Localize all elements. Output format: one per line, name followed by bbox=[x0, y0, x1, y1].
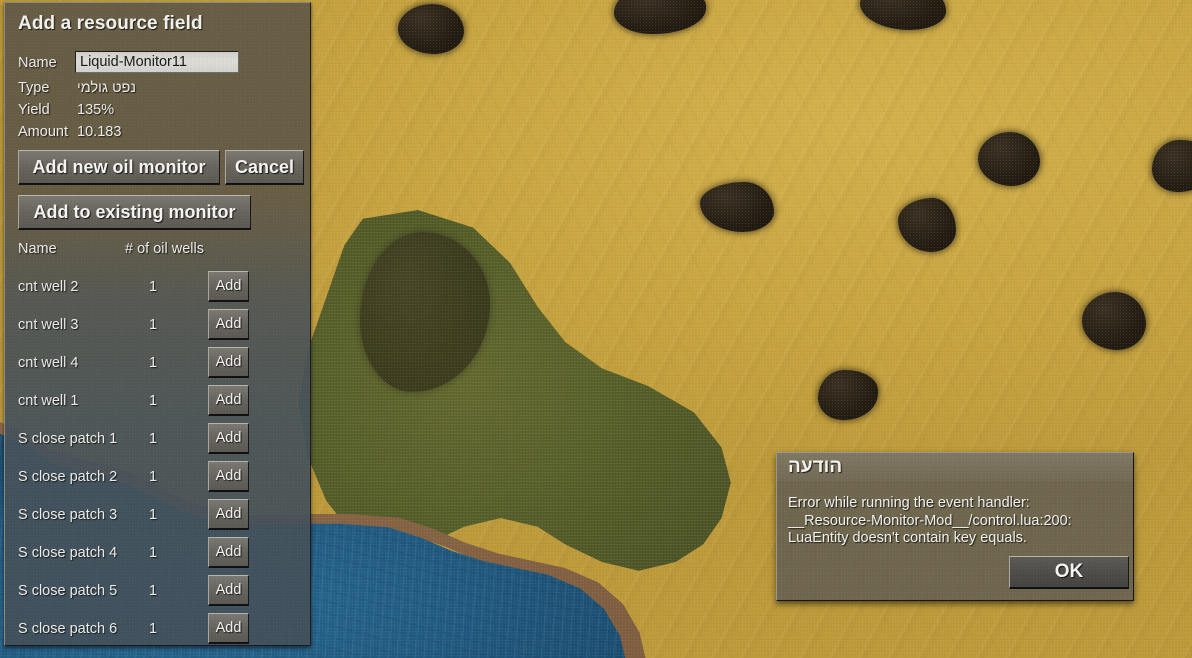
column-header-name: Name bbox=[18, 241, 57, 257]
row-name: S close patch 5 bbox=[18, 583, 118, 599]
row-add-button[interactable]: Add bbox=[208, 575, 249, 606]
table-row: S close patch 4 1 Add bbox=[5, 537, 310, 581]
field-label-name: Name bbox=[18, 55, 57, 71]
table-header-row: Name # of oil wells bbox=[5, 239, 310, 277]
dialog-title: הודעה bbox=[788, 456, 843, 477]
row-name: cnt well 2 bbox=[18, 279, 79, 295]
column-header-well-count: # of oil wells bbox=[125, 241, 204, 257]
row-well-count: 1 bbox=[149, 507, 158, 523]
row-name: S close patch 4 bbox=[18, 545, 118, 561]
add-new-oil-monitor-button[interactable]: Add new oil monitor bbox=[18, 150, 220, 185]
row-name: S close patch 6 bbox=[18, 621, 118, 637]
row-add-button[interactable]: Add bbox=[208, 309, 249, 340]
row-name: cnt well 1 bbox=[18, 393, 79, 409]
page-title: Add a resource field bbox=[18, 13, 203, 34]
add-to-existing-monitor-button[interactable]: Add to existing monitor bbox=[18, 195, 251, 230]
cancel-button[interactable]: Cancel bbox=[225, 150, 304, 185]
row-add-button[interactable]: Add bbox=[208, 461, 249, 492]
row-name: cnt well 3 bbox=[18, 317, 79, 333]
game-screen: Add a resource field Name Liquid-Monitor… bbox=[0, 0, 1192, 658]
add-resource-field-panel: Add a resource field Name Liquid-Monitor… bbox=[4, 2, 311, 646]
field-value-type: נפט גולמי bbox=[77, 80, 137, 96]
field-label-amount: Amount bbox=[18, 124, 68, 140]
row-add-button[interactable]: Add bbox=[208, 347, 249, 378]
table-row: S close patch 6 1 Add bbox=[5, 613, 310, 657]
row-well-count: 1 bbox=[149, 583, 158, 599]
table-row: S close patch 5 1 Add bbox=[5, 575, 310, 619]
table-row: cnt well 1 1 Add bbox=[5, 385, 310, 429]
row-name: S close patch 2 bbox=[18, 469, 118, 485]
table-row: S close patch 1 1 Add bbox=[5, 423, 310, 467]
row-well-count: 1 bbox=[149, 393, 158, 409]
field-label-yield: Yield bbox=[18, 102, 50, 118]
field-value-amount: 10.183 bbox=[77, 124, 122, 140]
row-add-button[interactable]: Add bbox=[208, 613, 249, 644]
table-row: S close patch 3 1 Add bbox=[5, 499, 310, 543]
field-row-amount: Amount 10.183 bbox=[18, 124, 121, 140]
field-row-name: Name bbox=[18, 55, 73, 71]
row-well-count: 1 bbox=[149, 431, 158, 447]
row-well-count: 1 bbox=[149, 279, 158, 295]
table-body: cnt well 2 1 Add cnt well 3 1 Add cnt well 4 1 A… bbox=[5, 271, 310, 657]
row-name: cnt well 4 bbox=[18, 355, 79, 371]
field-row-type: Type נפט גולמי bbox=[18, 80, 136, 96]
row-well-count: 1 bbox=[149, 469, 158, 485]
table-row: cnt well 3 1 Add bbox=[5, 309, 310, 353]
ok-button[interactable]: OK bbox=[1009, 556, 1129, 589]
row-name: S close patch 1 bbox=[18, 431, 118, 447]
row-well-count: 1 bbox=[149, 545, 158, 561]
row-add-button[interactable]: Add bbox=[208, 385, 249, 416]
field-value-yield: 135% bbox=[77, 102, 115, 118]
row-well-count: 1 bbox=[149, 317, 158, 333]
dialog-message: Error while running the event handler: _… bbox=[788, 495, 1072, 546]
error-dialog: הודעה Error while running the event hand… bbox=[776, 452, 1134, 601]
table-row: S close patch 2 1 Add bbox=[5, 461, 310, 505]
row-add-button[interactable]: Add bbox=[208, 537, 249, 568]
name-input[interactable]: Liquid-Monitor11 bbox=[75, 51, 239, 73]
field-row-yield: Yield 135% bbox=[18, 102, 114, 118]
row-well-count: 1 bbox=[149, 355, 158, 371]
row-add-button[interactable]: Add bbox=[208, 423, 249, 454]
field-label-type: Type bbox=[18, 80, 50, 96]
row-well-count: 1 bbox=[149, 621, 158, 637]
monitor-table: Name # of oil wells cnt well 2 1 Add cnt we… bbox=[5, 239, 310, 657]
row-name: S close patch 3 bbox=[18, 507, 118, 523]
table-row: cnt well 4 1 Add bbox=[5, 347, 310, 391]
row-add-button[interactable]: Add bbox=[208, 499, 249, 530]
row-add-button[interactable]: Add bbox=[208, 271, 249, 302]
table-row: cnt well 2 1 Add bbox=[5, 271, 310, 315]
